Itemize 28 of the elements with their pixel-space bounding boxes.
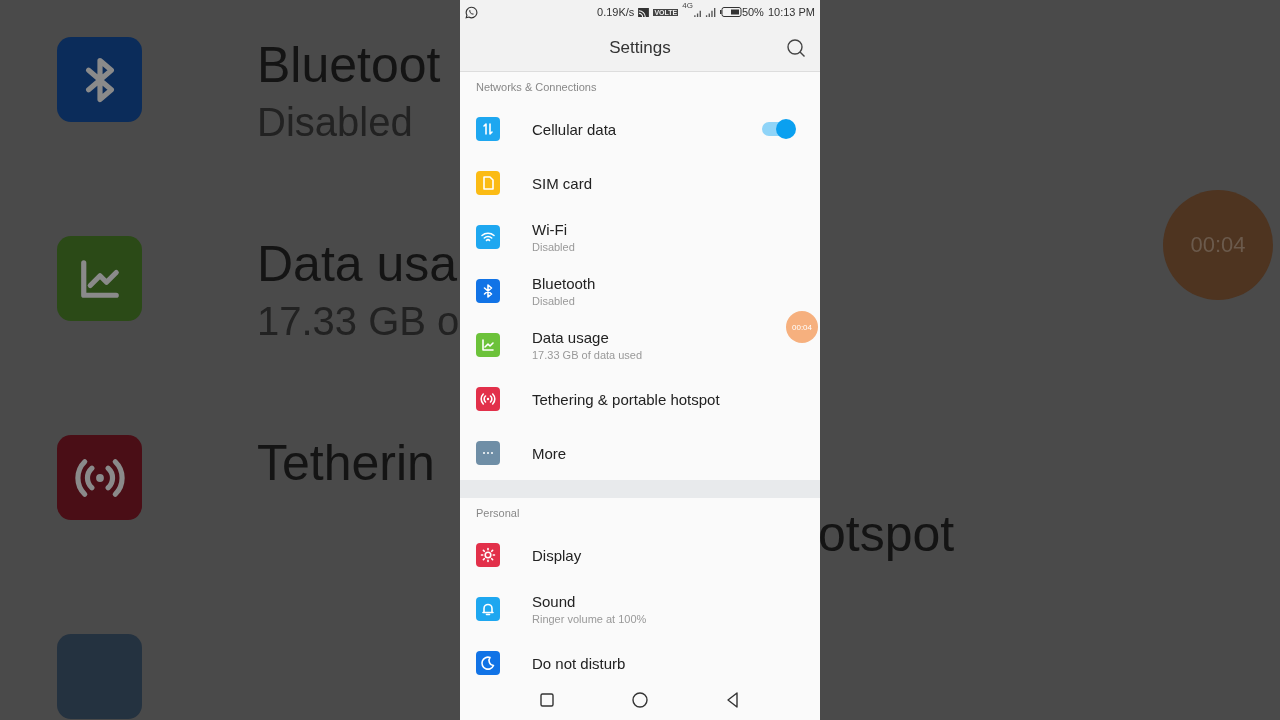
battery-icon	[719, 7, 742, 17]
section-header: Personal	[475, 506, 521, 521]
clock: 10:13 PM	[767, 6, 815, 18]
item-title[interactable]: Sound	[532, 593, 576, 610]
item-title[interactable]: Cellular data	[532, 120, 617, 138]
home-button[interactable]	[630, 690, 650, 710]
item-subtitle: Disabled	[532, 295, 575, 307]
item-title[interactable]: More	[532, 444, 567, 462]
network-type: 4G	[682, 1, 693, 10]
item-title[interactable]: Bluetooth	[532, 275, 596, 292]
signal-icon	[638, 7, 650, 17]
section-header: Networks & Connections	[475, 80, 598, 95]
item-title[interactable]: Wi-Fi	[532, 221, 567, 238]
search-button[interactable]	[786, 38, 806, 58]
item-title[interactable]: Display	[532, 546, 582, 564]
network-speed: 0.19K/s	[597, 6, 635, 18]
chat-app-icon	[465, 5, 478, 19]
item-title[interactable]: SIM card	[532, 174, 592, 192]
item-subtitle: 17.33 GB of data used	[532, 349, 643, 361]
item-subtitle: Disabled	[532, 241, 575, 253]
battery-level: 50%	[741, 6, 764, 18]
item-subtitle: Ringer volume at 100%	[532, 613, 647, 625]
screen-title: Settings	[609, 37, 671, 58]
item-title[interactable]: Do not disturb	[532, 654, 626, 672]
item-title[interactable]: Data usage	[532, 329, 609, 346]
toggle-switch[interactable]	[760, 119, 796, 139]
item-title[interactable]: Tethering & portable hotspot	[532, 390, 720, 408]
signal-bars-icon	[693, 7, 716, 17]
